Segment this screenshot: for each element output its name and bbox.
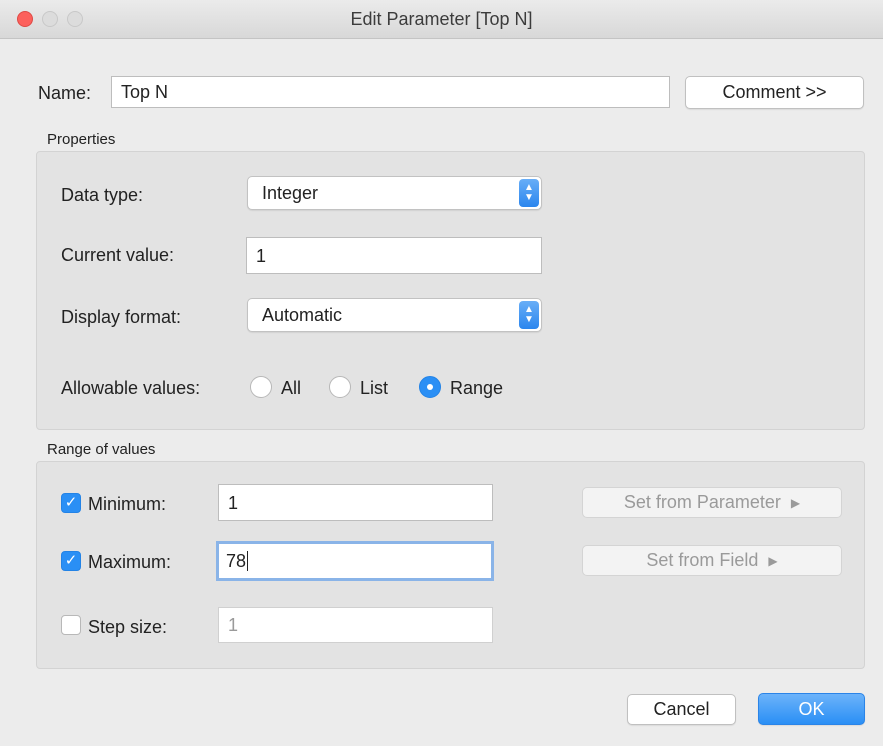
play-triangle-icon: ▶ xyxy=(768,553,778,568)
maximum-input[interactable]: 78 xyxy=(216,541,494,581)
maximum-checkbox[interactable]: ✓ xyxy=(61,551,81,571)
step-size-checkbox[interactable] xyxy=(61,615,81,635)
radio-list[interactable] xyxy=(329,376,351,398)
current-value-input[interactable]: 1 xyxy=(246,237,542,274)
comment-button[interactable]: Comment >> xyxy=(685,76,864,109)
maximum-input-value: 78 xyxy=(226,551,247,571)
name-label: Name: xyxy=(38,83,92,103)
set-from-parameter-label: Set from Parameter xyxy=(623,492,781,512)
play-triangle-icon: ▶ xyxy=(790,495,801,510)
set-from-parameter-button[interactable]: Set from Parameter ▶ xyxy=(582,487,842,518)
step-size-label: Step size: xyxy=(88,617,168,637)
chevron-updown-icon: ▲ ▼ xyxy=(519,179,539,207)
maximum-label: Maximum: xyxy=(88,552,172,572)
properties-heading: Properties xyxy=(47,131,116,148)
current-value-label: Current value: xyxy=(61,245,175,265)
step-size-input[interactable]: 1 xyxy=(218,607,493,643)
name-input[interactable]: Top N xyxy=(111,76,670,108)
set-from-field-button[interactable]: Set from Field ▶ xyxy=(582,545,842,576)
display-format-value: Automatic xyxy=(262,304,343,325)
ok-button[interactable]: OK xyxy=(758,693,865,725)
minimum-input-value: 1 xyxy=(228,492,239,513)
set-from-field-label: Set from Field xyxy=(646,550,759,570)
allowable-values-label: Allowable values: xyxy=(61,378,201,398)
current-value-text: 1 xyxy=(256,245,267,266)
cancel-button[interactable]: Cancel xyxy=(627,694,736,725)
title-bar: Edit Parameter [Top N] xyxy=(0,0,883,39)
data-type-select[interactable]: Integer ▲ ▼ xyxy=(247,176,542,210)
data-type-value: Integer xyxy=(262,182,319,203)
range-heading: Range of values xyxy=(47,441,156,458)
name-input-value: Top N xyxy=(121,82,169,102)
edit-parameter-dialog: Edit Parameter [Top N] Name: Top N Comme… xyxy=(0,0,883,746)
radio-range[interactable] xyxy=(419,376,441,398)
window-title: Edit Parameter [Top N] xyxy=(350,9,533,29)
radio-all-label: All xyxy=(281,378,302,398)
text-caret xyxy=(247,551,249,571)
radio-list-label: List xyxy=(360,378,389,398)
display-format-label: Display format: xyxy=(61,307,182,327)
step-size-input-value: 1 xyxy=(228,615,239,635)
chevron-updown-icon: ▲ ▼ xyxy=(519,301,539,329)
display-format-select[interactable]: Automatic ▲ ▼ xyxy=(247,298,542,332)
radio-range-label: Range xyxy=(450,378,504,398)
minimum-input[interactable]: 1 xyxy=(218,484,493,521)
minimum-label: Minimum: xyxy=(88,494,167,514)
data-type-label: Data type: xyxy=(61,185,144,205)
radio-all[interactable] xyxy=(250,376,272,398)
minimum-checkbox[interactable]: ✓ xyxy=(61,493,81,513)
